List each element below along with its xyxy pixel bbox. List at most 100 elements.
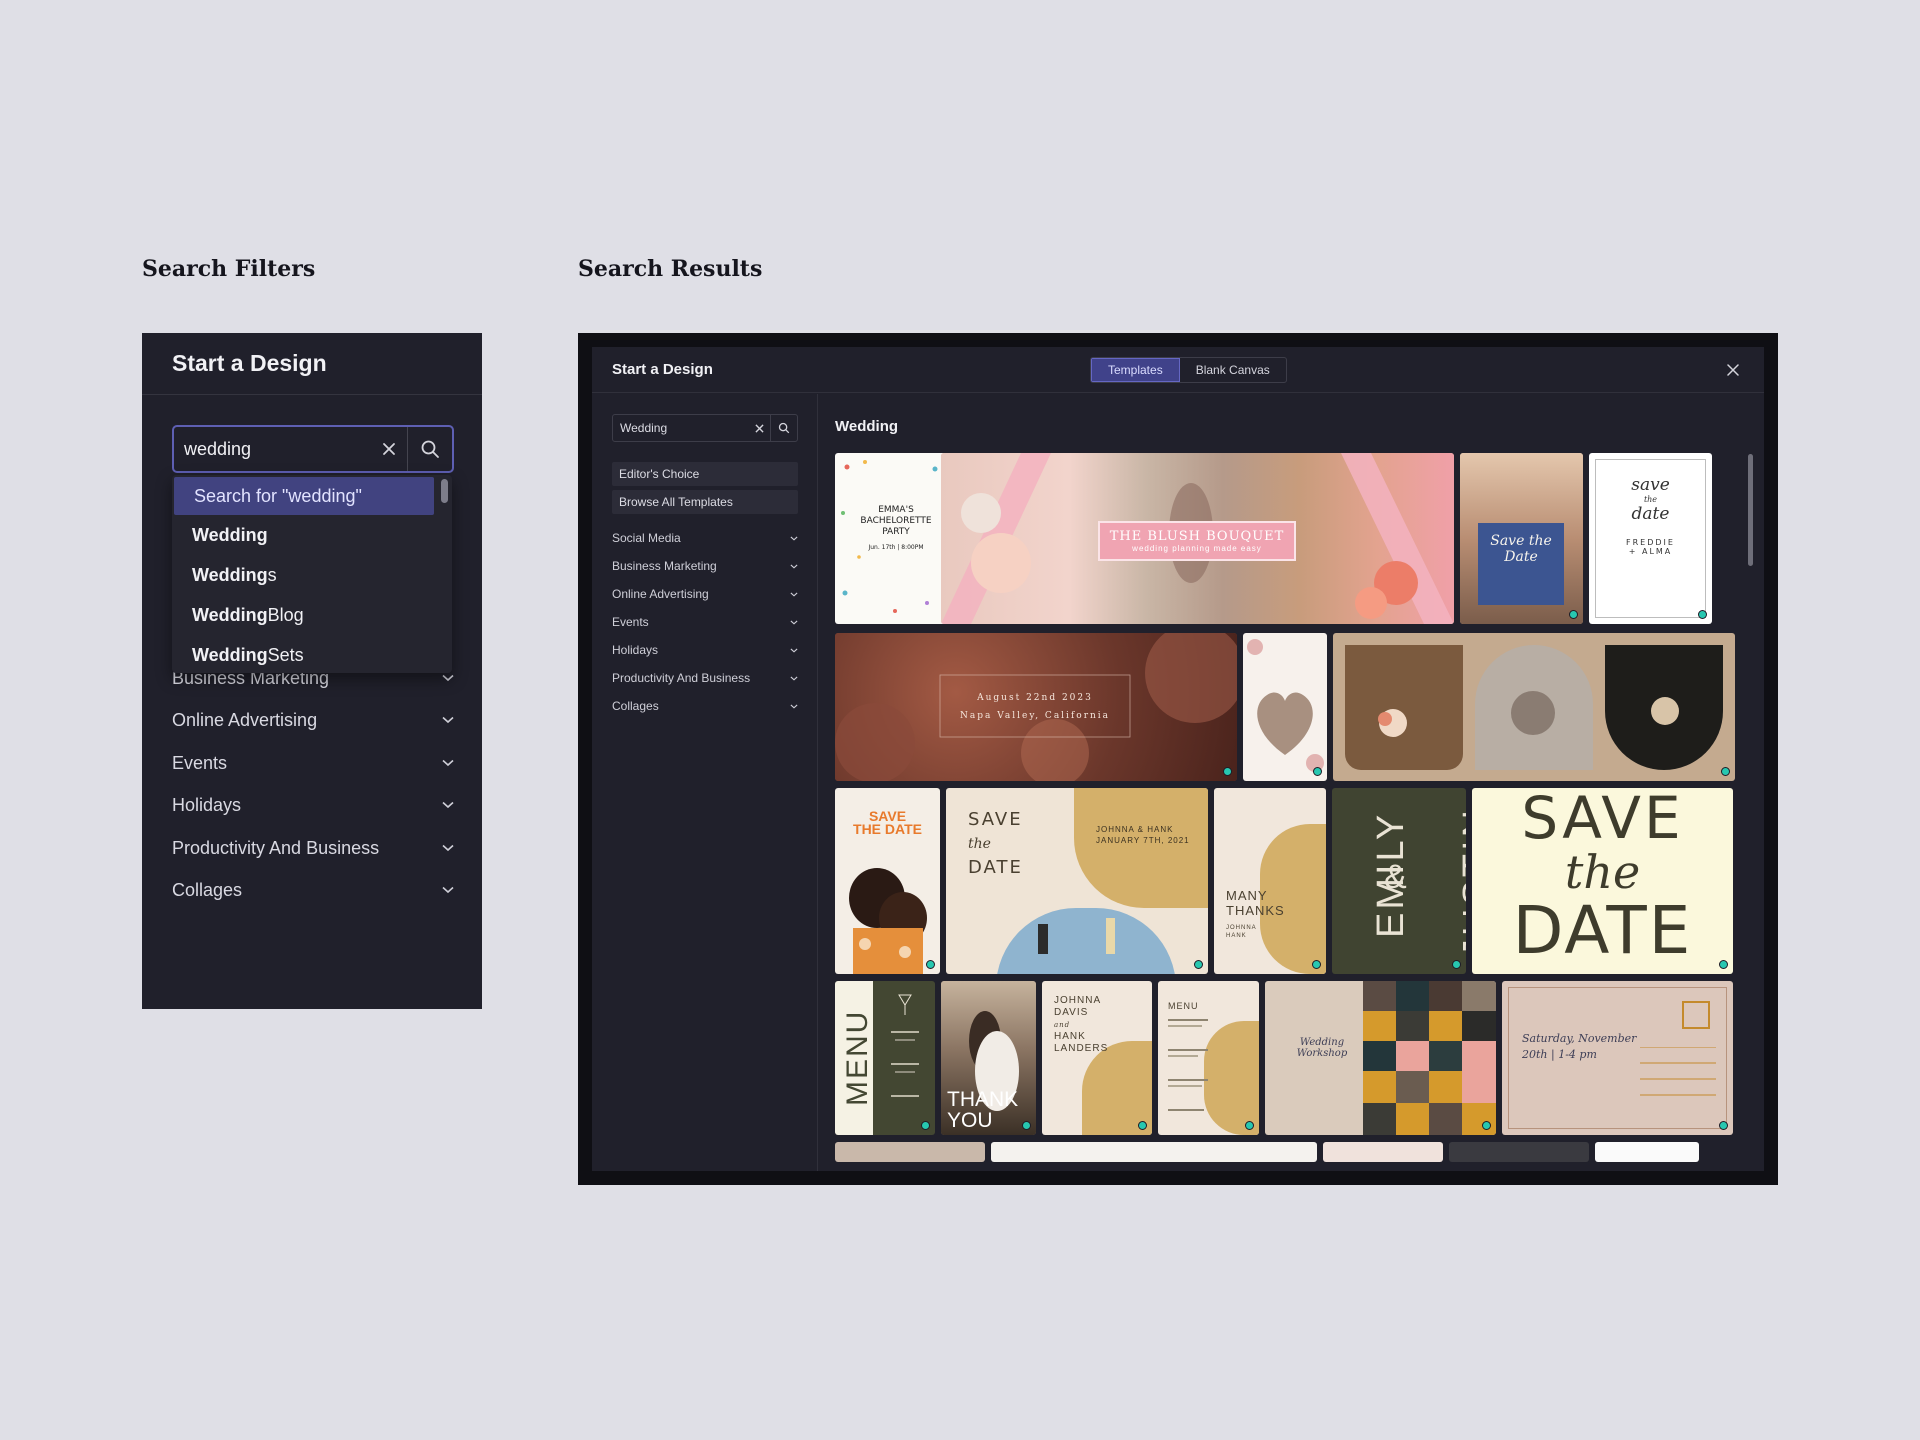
suggestion-item[interactable]: Wedding Sets [172, 635, 452, 673]
template-card-bachelorette[interactable]: EMMA'S BACHELORETTE PARTY Jun. 17th | 8:… [835, 453, 957, 624]
browse-all-templates-button[interactable]: Browse All Templates [612, 490, 798, 514]
card-text: FREDDIE [1626, 538, 1675, 547]
status-dot [1312, 960, 1321, 969]
close-icon[interactable] [1722, 359, 1744, 381]
category-label: Holidays [172, 794, 242, 815]
status-dot [1223, 767, 1232, 776]
template-card-blush-bouquet[interactable]: THE BLUSH BOUQUET wedding planning made … [941, 453, 1454, 624]
start-design-modal: Start a Design Templates Blank Canvas Ed… [592, 347, 1764, 1171]
sidebar-search-field[interactable] [612, 414, 798, 442]
sidebar-category[interactable]: Events [612, 612, 798, 632]
suggestion-item[interactable]: Wedding s [172, 555, 452, 595]
search-results-frame: Start a Design Templates Blank Canvas Ed… [578, 333, 1778, 1185]
search-field[interactable] [172, 425, 454, 473]
template-card-menu-small[interactable]: MENU [1158, 981, 1259, 1135]
category-productivity-and-business[interactable]: Productivity And Business [172, 833, 454, 863]
status-dot [1194, 960, 1203, 969]
status-dot [1719, 1121, 1728, 1130]
chevron-down-icon [442, 844, 454, 852]
card-text: save [1631, 475, 1670, 495]
sidebar-category[interactable]: Productivity And Business [612, 668, 798, 688]
card-text: and [1054, 1021, 1071, 1029]
results-scrollbar[interactable] [1748, 454, 1753, 566]
template-card-many-thanks[interactable]: MANY THANKS JOHNNA HANK [1214, 788, 1326, 974]
category-label: Online Advertising [172, 709, 318, 730]
clear-icon[interactable] [748, 415, 770, 441]
status-dot [1245, 1121, 1254, 1130]
template-card-partial[interactable] [1449, 1142, 1589, 1162]
template-card-heart-photo[interactable] [1243, 633, 1327, 781]
template-card-orange-save-the-date[interactable]: SAVE THE DATE [835, 788, 940, 974]
card-text: DATE [1512, 892, 1693, 969]
sidebar-category[interactable]: Online Advertising [612, 584, 798, 604]
card-text: HANK [1054, 1031, 1086, 1042]
status-dot [1452, 960, 1461, 969]
sidebar-category[interactable]: Collages [612, 696, 798, 716]
card-text: YOU [947, 1109, 993, 1132]
search-suggestions-dropdown: Search for "wedding" Wedding Wedding s We… [172, 475, 452, 673]
card-text: DAVIS [1054, 1007, 1089, 1018]
category-holidays[interactable]: Holidays [172, 790, 454, 820]
template-card-save-the-date-photo[interactable]: Save the Date [1460, 453, 1583, 624]
template-card-partial[interactable] [1595, 1142, 1699, 1162]
category-online-advertising[interactable]: Online Advertising [172, 705, 454, 735]
suggestion-item[interactable]: Wedding [172, 515, 452, 555]
template-card-partial[interactable] [835, 1142, 985, 1162]
suggestion-match: Wedding [192, 524, 268, 545]
card-text: Napa Valley, California [959, 711, 1111, 721]
sidebar-search-input[interactable] [613, 421, 748, 435]
search-icon[interactable] [408, 427, 452, 471]
card-text: MANY [1226, 888, 1268, 903]
template-card-thank-you[interactable]: THANK YOU [941, 981, 1036, 1135]
template-card-save-the-date-script[interactable]: save the date FREDDIE + ALMA [1589, 453, 1712, 624]
category-label: Events [612, 615, 649, 629]
card-text: Saturday, November [1522, 1032, 1637, 1045]
suggestion-search-for[interactable]: Search for "wedding" [174, 477, 434, 515]
sidebar-category[interactable]: Holidays [612, 640, 798, 660]
editors-choice-button[interactable]: Editor's Choice [612, 462, 798, 486]
card-text: THANK [947, 1088, 1019, 1111]
template-card-wedding-collage[interactable] [1333, 633, 1735, 781]
panel-title: Start a Design [172, 350, 327, 376]
status-dot [1721, 767, 1730, 776]
template-card-wedding-workshop[interactable]: Wedding Workshop [1265, 981, 1496, 1135]
tab-blank-canvas[interactable]: Blank Canvas [1180, 358, 1286, 382]
suggestion-item[interactable]: Wedding Blog [172, 595, 452, 635]
search-input[interactable] [174, 438, 371, 460]
menu-lines [891, 994, 919, 1097]
status-dot [1482, 1121, 1491, 1130]
category-label: Business Marketing [612, 559, 717, 573]
template-card-partial[interactable] [991, 1142, 1317, 1162]
search-icon[interactable] [771, 415, 797, 441]
template-card-save-the-date-beige[interactable]: SAVE the DATE JOHNNA & HANK JANUARY 7TH,… [946, 788, 1208, 974]
card-text: SAVE [968, 809, 1023, 830]
sidebar-category[interactable]: Business Marketing [612, 556, 798, 576]
sidebar-category[interactable]: Social Media [612, 528, 798, 548]
card-text: LANDERS [1054, 1043, 1109, 1054]
template-card-postcard[interactable]: Saturday, November 20th | 1-4 pm [1502, 981, 1733, 1135]
template-card-menu-green[interactable]: MENU [835, 981, 935, 1135]
chevron-down-icon [442, 886, 454, 894]
chevron-down-icon [790, 536, 798, 541]
card-text: MENU [841, 1009, 874, 1106]
template-card-partial[interactable] [1323, 1142, 1443, 1162]
category-events[interactable]: Events [172, 748, 454, 778]
chevron-down-icon [442, 716, 454, 724]
card-text: EMMA'S [878, 505, 914, 515]
clear-icon[interactable] [371, 427, 407, 471]
template-card-emily-justin[interactable]: EMILY & JUSTIN [1332, 788, 1466, 974]
card-text: DATE [968, 857, 1023, 878]
suggestion-rest: s [267, 564, 277, 585]
chevron-down-icon [790, 704, 798, 709]
template-card-johnna-davis[interactable]: JOHNNA DAVIS and HANK LANDERS [1042, 981, 1152, 1135]
category-collages[interactable]: Collages [172, 875, 454, 905]
chevron-down-icon [790, 592, 798, 597]
template-card-big-save-the-date[interactable]: SAVE the DATE [1472, 788, 1733, 974]
dropdown-scrollbar[interactable] [441, 479, 448, 503]
chevron-down-icon [790, 620, 798, 625]
category-label: Productivity And Business [612, 671, 751, 685]
checker-photo-grid [1363, 981, 1496, 1135]
tab-templates[interactable]: Templates [1091, 358, 1180, 382]
suggestion-rest: Blog [267, 604, 304, 625]
template-card-napa-valley[interactable]: August 22nd 2023 Napa Valley, California [835, 633, 1237, 781]
